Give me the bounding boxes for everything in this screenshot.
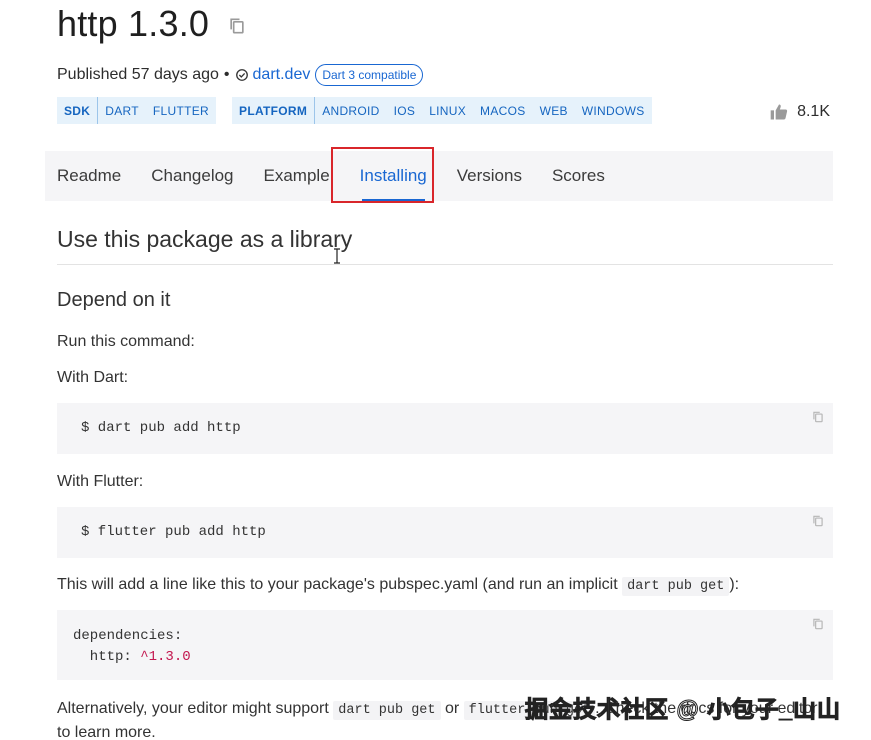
package-page: http 1.3.0 Published 57 days ago • dart.… (0, 0, 871, 740)
depend-title: Depend on it (57, 289, 171, 311)
yaml-http-key: http: (73, 649, 141, 665)
platform-tag-linux[interactable]: LINUX (422, 97, 473, 124)
platform-tag-group: PLATFORM ANDROID IOS LINUX MACOS WEB WIN… (232, 97, 652, 124)
pubspec-explanation: This will add a line like this to your p… (57, 576, 740, 596)
yaml-http-version: ^1.3.0 (140, 649, 191, 665)
section-title: Use this package as a library (57, 226, 353, 252)
title-row: http 1.3.0 (57, 4, 247, 44)
dart-command[interactable]: $ dart pub add http (81, 420, 809, 436)
sdk-tag-head[interactable]: SDK (57, 97, 99, 124)
alt-text-post: . Check the docs for your editor (595, 700, 818, 717)
publisher-link[interactable]: dart.dev (253, 66, 311, 84)
platform-tag-head[interactable]: PLATFORM (232, 97, 316, 124)
platform-tag-ios[interactable]: IOS (387, 97, 423, 124)
section-divider (57, 264, 833, 265)
platform-tag-windows[interactable]: WINDOWS (575, 97, 652, 124)
published-label: Published (57, 66, 128, 83)
inline-code-dart-pub-get: dart pub get (333, 701, 441, 720)
inline-code-pub-get: dart pub get (622, 577, 730, 596)
tags-row: SDK DART FLUTTER PLATFORM ANDROID IOS LI… (57, 97, 652, 124)
platform-tag-macos[interactable]: MACOS (473, 97, 533, 124)
likes-count: 8.1K (797, 103, 830, 120)
text-cursor-icon (334, 248, 340, 264)
separator: • (223, 66, 230, 83)
tab-readme[interactable]: Readme (45, 151, 133, 201)
tab-installing-label: Installing (359, 166, 427, 185)
platform-tag-android[interactable]: ANDROID (315, 97, 386, 124)
sdk-tag-group: SDK DART FLUTTER (57, 97, 217, 124)
alt-text-mid: or (440, 700, 464, 717)
package-title: http 1.3.0 (57, 3, 210, 44)
publish-meta: Published 57 days ago • dart.dev Dart 3 … (57, 64, 424, 86)
tab-versions[interactable]: Versions (445, 151, 534, 201)
dart-command-block: $ dart pub add http (57, 403, 833, 454)
thumb-up-icon[interactable] (769, 102, 789, 122)
flutter-command[interactable]: $ flutter pub add http (81, 524, 809, 540)
compat-badge[interactable]: Dart 3 compatible (315, 64, 424, 86)
tab-changelog[interactable]: Changelog (139, 151, 245, 201)
pubspec-text-post: ): (729, 576, 740, 593)
copy-icon[interactable] (811, 617, 825, 631)
pubspec-text-pre: This will add a line like this to your p… (57, 576, 623, 593)
copy-icon[interactable] (227, 16, 247, 36)
pubspec-code-block: dependencies: http: ^1.3.0 (57, 610, 833, 680)
published-ago: 57 days ago (131, 66, 219, 83)
sdk-tag-flutter[interactable]: FLUTTER (146, 97, 216, 124)
copy-icon[interactable] (811, 514, 825, 528)
alt-text-pre: Alternatively, your editor might support (57, 700, 334, 717)
alternative-text-line2: to learn more. (57, 724, 156, 740)
with-dart-label: With Dart: (57, 369, 129, 386)
package-tabs: Readme Changelog Example Installing Vers… (45, 151, 833, 201)
platform-tag-web[interactable]: WEB (533, 97, 575, 124)
likes-counter[interactable]: 8.1K (769, 102, 830, 122)
yaml-dependencies-line: dependencies: (73, 628, 183, 644)
tab-installing[interactable]: Installing (348, 151, 439, 201)
yaml-http-line: http: ^1.3.0 (73, 647, 817, 668)
tab-scores[interactable]: Scores (540, 151, 617, 201)
sdk-tag-dart[interactable]: DART (98, 97, 146, 124)
flutter-command-block: $ flutter pub add http (57, 507, 833, 558)
alternative-text: Alternatively, your editor might support… (57, 700, 818, 720)
tab-example[interactable]: Example (252, 151, 342, 201)
active-tab-indicator (361, 199, 425, 201)
verified-icon (235, 69, 248, 81)
run-command-text: Run this command: (57, 333, 195, 350)
with-flutter-label: With Flutter: (57, 473, 144, 490)
copy-icon[interactable] (811, 410, 825, 424)
inline-code-flutter-pub-get: flutter pub get (463, 701, 596, 720)
